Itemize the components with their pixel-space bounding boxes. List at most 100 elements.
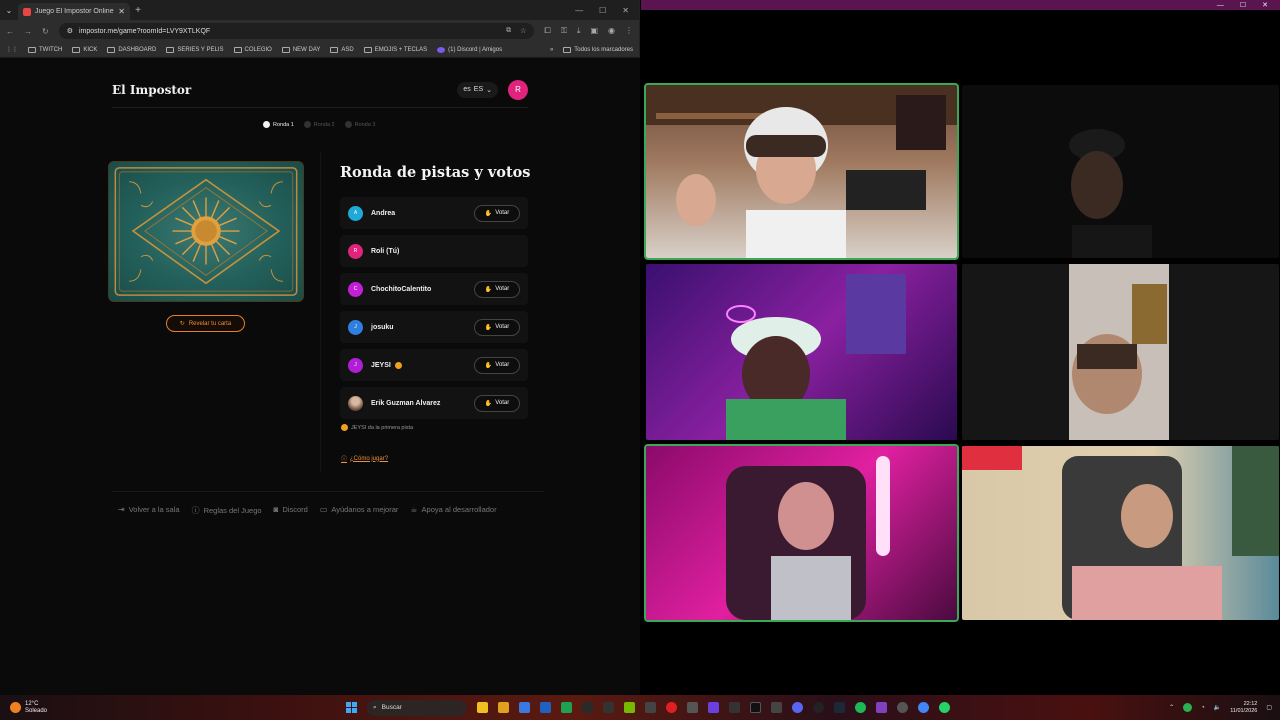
whatsapp-icon[interactable] [939,702,950,713]
app-gamepad-icon[interactable] [603,702,614,713]
discord-icon [437,46,446,53]
windows-start-icon[interactable] [346,702,357,713]
footer-link-back[interactable]: ⇥ Volver a la sala [118,505,180,516]
notifications-icon[interactable]: ▢ [1266,704,1272,711]
app-violet-icon[interactable] [876,702,887,713]
footer-link-support[interactable]: ☕ Apoya al desarrollador [410,505,496,516]
tray-app-icon[interactable] [1183,703,1193,712]
all-bookmarks[interactable]: Todos los marcadores [563,46,633,53]
menu-icon[interactable]: ⋮ [625,26,633,36]
language-selector[interactable]: es ES ⌄ [457,81,498,98]
video-tile-4[interactable] [962,264,1279,440]
bookmark-discord[interactable]: (1) Discord | Amigos [437,46,502,53]
vote-button[interactable]: ✋ Votar [474,356,520,374]
footer-link-rules[interactable]: ⓘ Reglas del Juego [192,505,262,516]
back-icon[interactable]: ← [6,27,14,36]
site-logo[interactable]: El Impostor [112,83,191,97]
folder-icon [363,46,372,53]
forward-icon[interactable]: → [24,27,32,36]
folder-app-icon[interactable] [498,702,509,713]
download-icon[interactable]: ⤓ [577,26,581,36]
browser-tab[interactable]: Juego El Impostor Online - Jug ✕ [18,3,130,20]
video-tile-5[interactable] [644,444,959,622]
taskbar-search[interactable]: ⌕ Buscar [367,699,467,716]
terminal-icon[interactable] [582,702,593,713]
sheets-icon[interactable] [561,702,572,713]
close-tab-icon[interactable]: ✕ [118,7,125,16]
maximize-icon[interactable]: ☐ [599,6,606,15]
minimize-icon[interactable]: — [1217,2,1224,9]
file-explorer-icon[interactable] [477,702,488,713]
step-dot-icon [263,121,270,128]
app-github-icon[interactable] [813,702,824,713]
bookmark-dashboard[interactable]: DASHBOARD [107,46,156,53]
xbox-icon[interactable] [645,702,656,713]
app-dark-icon[interactable] [729,702,740,713]
bookmark-emojis[interactable]: EMOJIS + TECLAS [363,46,427,53]
vote-label: Votar [495,324,510,330]
chrome-icon[interactable] [918,702,929,713]
tab-search-icon[interactable]: ⌄ [0,6,18,15]
bookmark-label: SERIES Y PELIS [177,46,224,53]
more-bookmarks-icon[interactable]: » [550,47,553,53]
bookmark-twitch[interactable]: TWITCH [28,46,62,53]
bookmark-colegio[interactable]: COLEGIO [233,46,272,53]
volume-icon[interactable]: 🔈 [1214,704,1221,711]
footer-link-discord[interactable]: ◙ Discord [274,505,308,516]
user-avatar[interactable]: R [508,79,528,100]
minimize-icon[interactable]: — [575,6,583,15]
how-to-play-link[interactable]: ⓘ ¿Cómo jugar? [341,454,388,464]
bookmark-kick[interactable]: KICK [72,46,97,53]
hand-icon: ✋ [484,286,493,293]
tray-chevron-icon[interactable]: ⌃ [1169,704,1174,711]
bookmark-asd[interactable]: ASD [330,46,354,53]
maximize-icon[interactable]: ☐ [1240,1,1246,9]
vote-button[interactable]: ✋ Votar [474,280,520,298]
close-window-icon[interactable]: ✕ [622,6,629,15]
new-tab-button[interactable]: + [130,5,146,16]
tiktok-icon[interactable] [750,702,761,713]
app-purple-icon[interactable] [708,702,719,713]
reveal-card-button[interactable]: ↻ Revelar tu carta [166,315,245,332]
steam-icon[interactable] [834,702,845,713]
footer-link-feedback[interactable]: ▭ Ayúdanos a mejorar [320,505,399,516]
discord-app-icon[interactable] [792,702,803,713]
video-tile-3[interactable] [646,264,957,440]
settings-app-icon[interactable] [897,702,908,713]
app-blue-icon[interactable] [540,702,551,713]
app-grid-icon[interactable] [687,702,698,713]
password-icon[interactable]: ⚿ [561,26,567,36]
close-window-icon[interactable]: ✕ [1262,1,1268,9]
reload-icon[interactable]: ↻ [42,27,49,36]
wifi-icon[interactable]: ◔ [1201,705,1205,711]
weather-widget[interactable]: 12°C Soleado [0,701,110,715]
opera-icon[interactable] [666,702,677,713]
vote-button[interactable]: ✋ Votar [474,204,520,222]
install-app-icon[interactable]: ⧉ [506,27,511,35]
footer-label: Discord [282,505,308,514]
search-icon: ⌕ [373,703,377,711]
nvidia-icon[interactable] [624,702,635,713]
address-bar[interactable]: ⚙ impostor.me/game?roomId=LVY9XTLKQF ⧉ ☆ [58,23,535,39]
vscode-icon[interactable] [519,702,530,713]
video-tile-1[interactable] [644,83,959,260]
apps-icon[interactable]: ⋮⋮ [6,46,18,53]
bookmark-star-icon[interactable]: ☆ [520,27,526,35]
video-tile-6[interactable] [962,446,1279,620]
vote-label: Votar [495,400,510,406]
profile-icon[interactable]: ◉ [608,26,615,36]
app-bars-icon[interactable] [771,702,782,713]
vote-button[interactable]: ✋ Votar [474,394,520,412]
bookmark-new-day[interactable]: NEW DAY [281,46,320,53]
step-dot-icon [303,121,311,128]
extensions-icon[interactable]: ⧠ [544,26,550,36]
url-text: impostor.me/game?roomId=LVY9XTLKQF [78,27,211,35]
extension-icon[interactable]: ▣ [590,26,598,36]
spotify-icon[interactable] [855,702,866,713]
site-info-icon[interactable]: ⚙ [67,27,73,35]
secret-card[interactable] [108,161,304,302]
vote-button[interactable]: ✋ Votar [474,318,520,336]
clock[interactable]: 22:12 11/01/2026 [1230,701,1257,715]
video-tile-2[interactable] [962,85,1279,258]
bookmark-series[interactable]: SERIES Y PELIS [166,46,224,53]
